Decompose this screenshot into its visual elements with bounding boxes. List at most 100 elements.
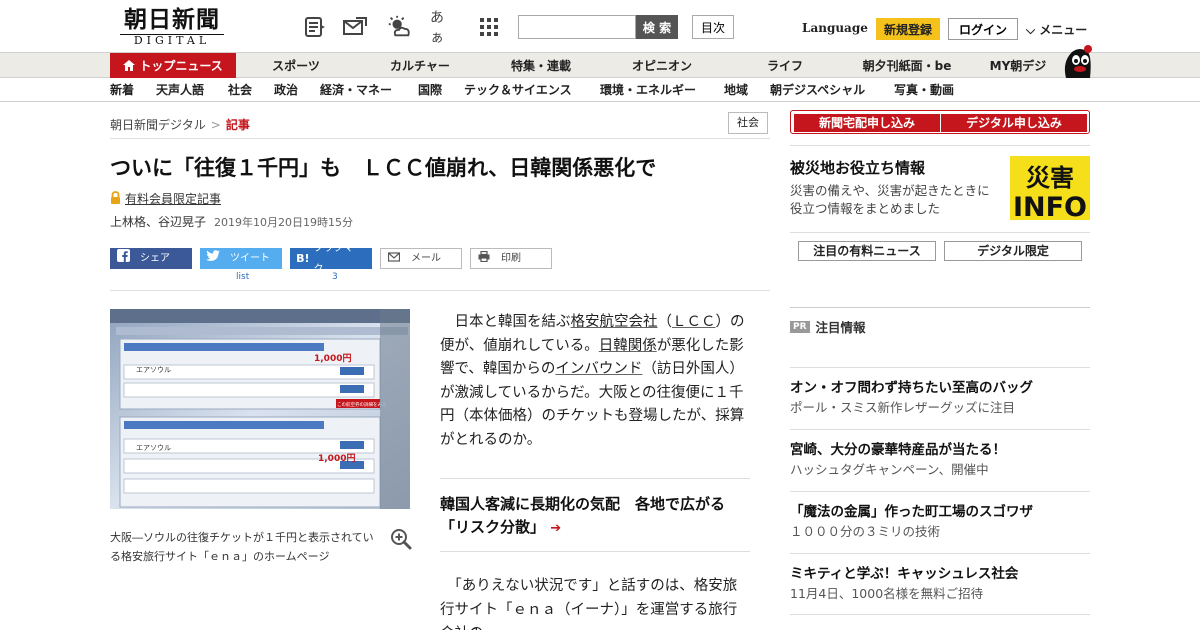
mail-news-icon[interactable] (342, 14, 368, 40)
pr-item-title: 宮崎、大分の豪華特産品が当たる！ (790, 442, 1006, 458)
article-headline: ついに「往復１千円」も ＬＣＣ値崩れ、日韓関係悪化で (110, 156, 657, 180)
lock-icon (110, 190, 121, 207)
subscribe-paper-button[interactable]: 新聞宅配申し込み (794, 114, 940, 132)
nav-my-asahi[interactable]: MY朝デジ (984, 53, 1052, 78)
keyword-link-lcc-company[interactable]: 格安航空会社 (571, 314, 658, 330)
article-authors: 上林格、谷辺晃子 (110, 215, 207, 229)
search-input[interactable] (518, 15, 636, 39)
subscribe-digital-button[interactable]: デジタル申し込み (941, 114, 1087, 132)
pr-item-title: 「魔法の金属」作った町工場のスゴワザ (790, 504, 1033, 520)
divider (790, 232, 1090, 233)
pr-item-subtitle: 11月4日、1000名様を無料ご招待 (790, 586, 984, 601)
photo-price-1: 1,000円 (314, 353, 351, 364)
hatena-count[interactable]: 3 (332, 272, 338, 282)
print-button[interactable]: 印刷 (470, 248, 552, 269)
menu-label: メニュー (1039, 23, 1088, 37)
disaster-info-title[interactable]: 被災地お役立ち情報 (790, 157, 925, 178)
members-only-label[interactable]: 有料会員限定記事 (125, 190, 221, 207)
twitter-bird-icon (204, 248, 222, 269)
divider (790, 307, 1090, 308)
article-photo[interactable]: 1,000円 1,000円 エアソウル エアソウル この航空券の詳細をみる (110, 309, 410, 509)
p2-text: 「ありえない状況です」と話すのは、格安旅行サイト「ｅｎａ（イーナ）」を運営する旅… (440, 578, 738, 630)
pr-item[interactable]: ミキティと学ぶ！キャッシュレス社会 11月4日、1000名様を無料ご招待 (790, 564, 1090, 604)
nav-politics[interactable]: 政治 (274, 78, 298, 102)
breadcrumb-home[interactable]: 朝日新聞デジタル (110, 118, 206, 132)
language-link[interactable]: Language (802, 21, 868, 35)
nav-features[interactable]: 特集・連載 (500, 53, 582, 78)
pr-item[interactable]: オン・オフ問わず持ちたい至高のバッグ ポール・スミス新作レザーグッズに注目 (790, 378, 1090, 418)
pr-item[interactable]: 「魔法の金属」作った町工場のスゴワザ １０００分の３ミリの技術 (790, 502, 1090, 542)
toc-button[interactable]: 目次 (692, 15, 734, 39)
pr-item[interactable]: 宮崎、大分の豪華特産品が当たる！ ハッシュタグキャンペーン、開催中 (790, 440, 1090, 480)
nav-culture[interactable]: カルチャー (380, 53, 460, 78)
nav-photo-video[interactable]: 写真・動画 (894, 78, 954, 102)
signup-button[interactable]: 新規登録 (876, 18, 940, 40)
search-button[interactable]: 検 索 (636, 15, 678, 39)
nav-top-news[interactable]: トップニュース (110, 53, 236, 78)
nav-economy[interactable]: 経済・マネー (320, 78, 392, 102)
photo-airline-1: エアソウル (136, 366, 171, 374)
font-size-icon[interactable]: あぁ (430, 10, 456, 46)
nav-new[interactable]: 新着 (110, 78, 134, 102)
related-article-link[interactable]: 韓国人客減に長期化の気配 各地で広がる「リスク分散」 ➔ (440, 493, 750, 540)
newspaper-icon[interactable] (302, 14, 328, 40)
mascot-icon[interactable] (1058, 44, 1094, 78)
disaster-logo-text-bottom: INFO (1013, 192, 1087, 220)
nav-tech-science[interactable]: テック＆サイエンス (464, 78, 572, 102)
byline: 上林格、谷辺晃子 2019年10月20日19時15分 (110, 213, 353, 230)
breadcrumb: 朝日新聞デジタル > 記事 (110, 116, 250, 133)
menu-button[interactable]: ⌵ メニュー (1026, 21, 1087, 38)
facebook-share-button[interactable]: シェア (110, 248, 192, 269)
keyword-link-inbound[interactable]: インバウンド (555, 361, 642, 377)
nav-region[interactable]: 地域 (724, 78, 748, 102)
keyword-link-lcc[interactable]: ＬＣＣ (672, 314, 716, 330)
twitter-share-button[interactable]: ツイート (200, 248, 282, 269)
twitter-count[interactable]: list (236, 272, 249, 282)
photo-caption: 大阪―ソウルの往復チケットが１千円と表示されている格安旅行サイト「ｅｎａ」のホー… (110, 531, 374, 563)
login-button[interactable]: ログイン (948, 18, 1018, 40)
weather-icon[interactable] (386, 14, 412, 40)
nav-tenseijingo[interactable]: 天声人語 (156, 78, 204, 102)
logo-sub-text: DIGITAL (120, 34, 224, 47)
printer-icon (475, 248, 493, 269)
nav-life[interactable]: ライフ (756, 53, 814, 78)
pr-badge: PR (790, 320, 810, 333)
facebook-icon (114, 248, 132, 269)
p1-text-b: （ (657, 314, 673, 330)
tab-paid-news[interactable]: 注目の有料ニュース (798, 241, 936, 261)
divider (790, 145, 1090, 146)
mail-share-button[interactable]: メール (380, 248, 462, 269)
pr-item-subtitle: １０００分の３ミリの技術 (790, 524, 941, 539)
tab-digital-only[interactable]: デジタル限定 (944, 241, 1082, 261)
pr-item-title: ミキティと学ぶ！キャッシュレス社会 (790, 566, 1019, 582)
disaster-info-logo[interactable]: 災害 INFO (1010, 156, 1090, 223)
subscription-box: 新聞宅配申し込み デジタル申し込み (790, 110, 1090, 134)
print-label: 印刷 (501, 253, 521, 264)
zoom-in-icon[interactable] (390, 528, 412, 550)
breadcrumb-separator: > (210, 118, 221, 132)
nav-special[interactable]: 朝デジスペシャル (770, 78, 865, 102)
facebook-share-label: シェア (140, 253, 170, 264)
apps-grid-icon[interactable] (476, 14, 502, 40)
members-only-badge: 有料会員限定記事 (110, 190, 221, 207)
category-tag[interactable]: 社会 (728, 112, 768, 134)
breadcrumb-current: 記事 (225, 118, 250, 132)
mail-icon (385, 248, 403, 269)
divider (440, 478, 750, 479)
nav-paper-edition[interactable]: 朝夕刊紙面・be (854, 53, 960, 78)
site-logo[interactable]: 朝日新聞 DIGITAL (114, 8, 230, 47)
nav-society[interactable]: 社会 (228, 78, 252, 102)
keyword-link-japan-korea[interactable]: 日韓関係 (599, 338, 657, 354)
hatena-bookmark-button[interactable]: B! ブックマーク (290, 243, 372, 275)
article-date: 2019年10月20日19時15分 (214, 216, 353, 229)
pr-item-subtitle: ポール・スミス新作レザーグッズに注目 (790, 400, 1016, 415)
secondary-nav: 新着 天声人語 社会 政治 経済・マネー 国際 テック＆サイエンス 環境・エネル… (0, 78, 1200, 102)
nav-sports[interactable]: スポーツ (260, 53, 332, 78)
arrow-right-icon: ➔ (550, 521, 562, 536)
nav-opinion[interactable]: オピニオン (620, 53, 704, 78)
mail-share-label: メール (411, 253, 441, 264)
article-paragraph-2: 「ありえない状況です」と話すのは、格安旅行サイト「ｅｎａ（イーナ）」を運営する旅… (440, 574, 750, 630)
disaster-info-description: 災害の備えや、災害が起きたときに役立つ情報をまとめました (790, 183, 990, 216)
nav-environment[interactable]: 環境・エネルギー (600, 78, 696, 102)
nav-international[interactable]: 国際 (418, 78, 442, 102)
